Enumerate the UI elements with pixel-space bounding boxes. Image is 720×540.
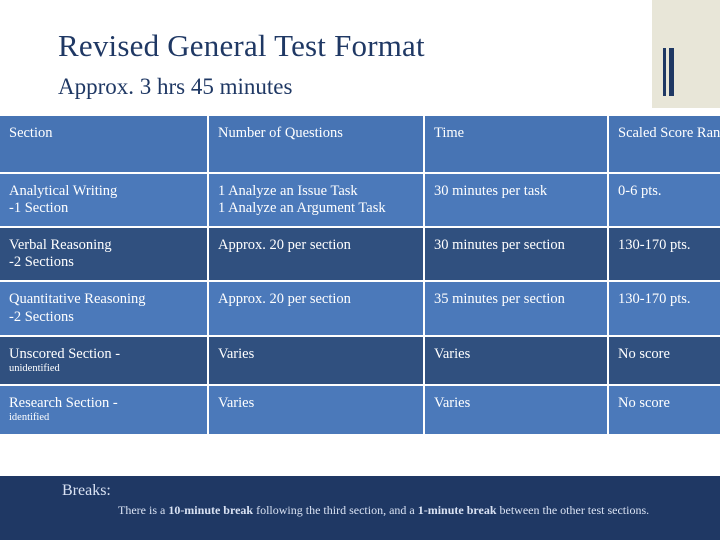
cell-questions: 1 Analyze an Issue Task 1 Analyze an Arg… (208, 173, 425, 229)
section-line-2: unidentified (9, 362, 60, 374)
page-subtitle: Approx. 3 hrs 45 minutes (58, 74, 293, 99)
footer-text-part-1: There is a (118, 503, 169, 517)
cell-score: 130-170 pts. (608, 281, 720, 337)
table-row: Analytical Writing -1 Section 1 Analyze … (0, 173, 720, 229)
footer-text-part-3: between the other test sections. (496, 503, 650, 517)
questions-line-2: 1 Analyze an Argument Task (218, 200, 386, 217)
cell-time: 30 minutes per section (424, 227, 609, 283)
questions-line-1: 1 Analyze an Issue Task (218, 183, 358, 199)
column-header-number-of-questions: Number of Questions (208, 116, 425, 174)
format-table-container: Section Number of Questions Time Scaled … (0, 116, 720, 436)
cell-questions: Varies (208, 335, 425, 387)
section-line-2: -1 Section (9, 200, 69, 217)
section-line-2: identified (9, 412, 50, 424)
cell-time: 35 minutes per section (424, 281, 609, 337)
cell-score: No score (608, 335, 720, 387)
page-title: Revised General Test Format (58, 28, 425, 63)
cell-section: Verbal Reasoning -2 Sections (0, 227, 209, 283)
cell-section: Unscored Section - unidentified (0, 335, 209, 387)
section-line-1: Unscored Section - (9, 345, 121, 362)
cell-section: Analytical Writing -1 Section (0, 173, 209, 229)
footer-text-bold-2: 1-minute break (417, 503, 497, 517)
section-line-1: Analytical Writing (9, 183, 118, 199)
section-line-2: -2 Sections (9, 254, 74, 271)
cell-time: 30 minutes per task (424, 173, 609, 229)
section-line-1: Verbal Reasoning (9, 237, 112, 254)
cell-score: No score (608, 385, 720, 436)
cell-score: 130-170 pts. (608, 227, 720, 283)
corner-decoration-bar-inner (663, 48, 666, 96)
footer-label: Breaks: (62, 482, 111, 499)
table-header-row: Section Number of Questions Time Scaled … (0, 116, 720, 174)
format-table: Section Number of Questions Time Scaled … (0, 116, 720, 436)
table-row: Unscored Section - unidentified Varies V… (0, 335, 720, 387)
column-header-section: Section (0, 116, 209, 174)
section-line-2: -2 Sections (9, 308, 74, 325)
section-line-1: Research Section - (9, 395, 118, 412)
table-row: Research Section - identified Varies Var… (0, 385, 720, 436)
section-line-1: Quantitative Reasoning (9, 291, 146, 308)
table-header: Section Number of Questions Time Scaled … (0, 116, 720, 174)
cell-time: Varies (424, 335, 609, 387)
cell-section: Quantitative Reasoning -2 Sections (0, 281, 209, 337)
cell-section: Research Section - identified (0, 385, 209, 436)
footer-banner: Breaks: There is a 10-minute break follo… (0, 476, 720, 540)
corner-decoration-bar-outer (669, 48, 674, 96)
column-header-time: Time (424, 116, 609, 174)
table-row: Quantitative Reasoning -2 Sections Appro… (0, 281, 720, 337)
slide: Revised General Test Format Approx. 3 hr… (0, 0, 720, 540)
cell-questions: Varies (208, 385, 425, 436)
column-header-scaled-score-range: Scaled Score Range (608, 116, 720, 174)
table-body: Analytical Writing -1 Section 1 Analyze … (0, 173, 720, 436)
cell-score: 0-6 pts. (608, 173, 720, 229)
footer-text-part-2: following the third section, and a (253, 503, 418, 517)
footer-text: There is a 10-minute break following the… (118, 502, 658, 519)
cell-questions: Approx. 20 per section (208, 227, 425, 283)
footer-text-bold-1: 10-minute break (168, 503, 254, 517)
cell-time: Varies (424, 385, 609, 436)
table-row: Verbal Reasoning -2 Sections Approx. 20 … (0, 227, 720, 283)
cell-questions: Approx. 20 per section (208, 281, 425, 337)
